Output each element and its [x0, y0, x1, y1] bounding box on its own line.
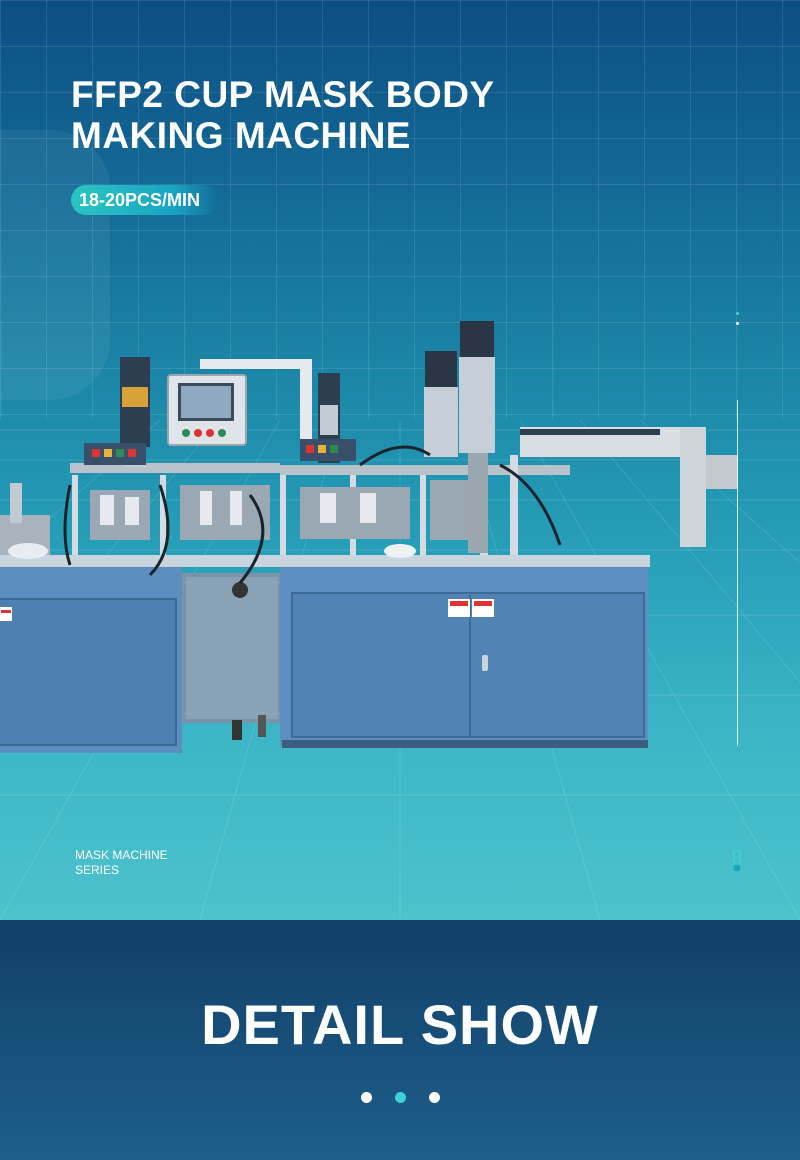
- pager-dot[interactable]: [360, 1092, 372, 1103]
- pager-dot[interactable]: [428, 1092, 440, 1103]
- hero-banner: FFP2 CUP MASK BODY MAKING MACHINE 18-20P…: [0, 0, 800, 920]
- product-page: FFP2 CUP MASK BODY MAKING MACHINE 18-20P…: [0, 0, 800, 1160]
- scroll-down-icon: [732, 850, 742, 872]
- decorative-dot: [736, 322, 739, 325]
- carousel-pager: [0, 1092, 800, 1104]
- decorative-dot: [736, 312, 739, 315]
- decorative-vertical-line: [737, 400, 738, 746]
- pager-dot[interactable]: [394, 1092, 406, 1103]
- machine-illustration: [0, 321, 738, 753]
- page-title: FFP2 CUP MASK BODY MAKING MACHINE: [71, 74, 495, 156]
- section-title: DETAIL SHOW: [201, 993, 599, 1056]
- production-rate-badge: 18-20PCS/MIN: [71, 185, 219, 215]
- series-label: MASK MACHINE SERIES: [75, 848, 168, 877]
